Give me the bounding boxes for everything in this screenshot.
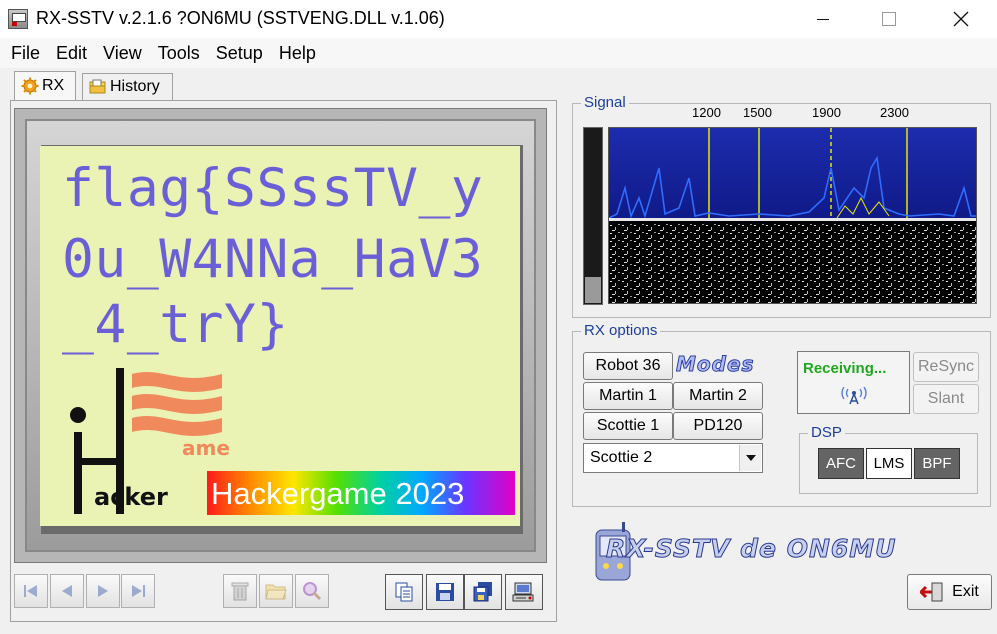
freq-tick-2300: 2300 xyxy=(880,105,909,120)
save-as-icon xyxy=(473,582,492,602)
tab-rx-label: RX xyxy=(42,77,65,94)
resync-button[interactable]: ReSync xyxy=(913,352,979,382)
signal-level-meter xyxy=(583,127,603,305)
close-icon xyxy=(953,11,969,27)
menu-view[interactable]: View xyxy=(95,38,150,68)
sstv-image: flag{SSssTV_y 0u_W4NNa_HaV3 _4_trY} ame … xyxy=(40,146,520,526)
antenna-icon xyxy=(841,387,867,405)
freq-tick-1900: 1900 xyxy=(812,105,841,120)
arrow-left-icon xyxy=(62,585,72,597)
mode-martin2-button[interactable]: Martin 2 xyxy=(673,382,763,410)
magnifier-icon xyxy=(303,582,322,601)
rx-options-label: RX options xyxy=(581,322,661,339)
menu-bar: File Edit View Tools Setup Help xyxy=(0,38,997,68)
save-as-button[interactable] xyxy=(464,574,502,610)
dropdown-arrow[interactable] xyxy=(739,445,761,471)
app-window: RX-SSTV v.2.1.6 ?ON6MU (SSTVENG.DLL v.1.… xyxy=(0,0,997,634)
copy-icon xyxy=(395,582,413,602)
menu-help[interactable]: Help xyxy=(271,38,324,68)
brand-logo: RX-SSTV de ON6MU xyxy=(605,534,897,564)
flag-text-line-2: 0u_W4NNa_HaV3 xyxy=(62,229,484,290)
freq-tick-1500: 1500 xyxy=(743,105,772,120)
window-title: RX-SSTV v.2.1.6 ?ON6MU (SSTVENG.DLL v.1.… xyxy=(36,8,445,28)
dsp-bpf-button[interactable]: BPF xyxy=(914,448,960,479)
zoom-button[interactable] xyxy=(295,574,329,608)
trash-icon xyxy=(231,582,249,601)
spectrum-display xyxy=(608,127,977,304)
banner-text: Hackergame 2023 xyxy=(211,476,465,511)
save-button[interactable] xyxy=(426,574,464,610)
logo-text-ame: ame xyxy=(182,436,230,460)
exit-door-icon xyxy=(920,582,943,602)
gear-icon xyxy=(21,77,39,95)
flag-text-line-3: _4_trY} xyxy=(62,294,289,355)
upload-button[interactable] xyxy=(505,574,543,610)
flag-text-line-1: flag{SSssTV_y xyxy=(62,158,484,219)
tab-rx[interactable]: RX xyxy=(14,71,76,100)
mode-pd120-button[interactable]: PD120 xyxy=(673,412,763,440)
frequency-ruler: 1200 1500 1900 2300 xyxy=(608,105,976,123)
open-folder-button[interactable] xyxy=(259,574,293,608)
exit-button[interactable]: Exit xyxy=(907,574,992,610)
next-image-button[interactable] xyxy=(86,574,120,608)
first-image-button[interactable] xyxy=(14,574,48,608)
freq-tick-1200: 1200 xyxy=(692,105,721,120)
chevron-down-icon xyxy=(745,455,756,461)
dsp-lms-button[interactable]: LMS xyxy=(866,448,912,479)
exit-label: Exit xyxy=(952,583,979,600)
logo-text-acker: acker xyxy=(94,483,168,511)
mode-select-value: Scottie 2 xyxy=(590,449,653,466)
tab-strip: RX History xyxy=(0,68,997,100)
menu-setup[interactable]: Setup xyxy=(208,38,271,68)
dsp-label: DSP xyxy=(808,424,845,441)
minimize-button[interactable] xyxy=(800,0,846,38)
skip-first-icon xyxy=(24,585,37,597)
menu-tools[interactable]: Tools xyxy=(150,38,208,68)
dsp-afc-button[interactable]: AFC xyxy=(818,448,864,479)
close-button[interactable] xyxy=(938,0,984,38)
tab-history-label: History xyxy=(110,78,160,95)
tab-history[interactable]: History xyxy=(82,73,173,100)
folder-open-icon xyxy=(265,584,287,600)
mode-scottie1-button[interactable]: Scottie 1 xyxy=(583,412,673,440)
app-icon xyxy=(8,9,28,29)
copy-button[interactable] xyxy=(385,574,423,610)
mode-select[interactable]: Scottie 2 xyxy=(583,443,763,473)
receiving-status-box: Receiving... xyxy=(797,351,910,414)
skip-last-icon xyxy=(132,585,145,597)
spectrum-graph xyxy=(609,128,976,303)
modes-logo: Modes xyxy=(675,352,755,377)
slant-button[interactable]: Slant xyxy=(913,384,979,414)
floppy-icon xyxy=(436,583,454,601)
mode-robot36-button[interactable]: Robot 36 xyxy=(583,352,673,380)
receiving-status: Receiving... xyxy=(803,360,887,377)
computer-icon xyxy=(512,582,534,602)
mode-martin1-button[interactable]: Martin 1 xyxy=(583,382,673,410)
folder-icon xyxy=(89,79,106,94)
arrow-right-icon xyxy=(98,585,108,597)
title-bar: RX-SSTV v.2.1.6 ?ON6MU (SSTVENG.DLL v.1.… xyxy=(0,0,997,38)
menu-file[interactable]: File xyxy=(3,38,48,68)
delete-image-button[interactable] xyxy=(223,574,257,608)
menu-edit[interactable]: Edit xyxy=(48,38,95,68)
last-image-button[interactable] xyxy=(121,574,155,608)
maximize-button[interactable] xyxy=(866,0,912,38)
previous-image-button[interactable] xyxy=(50,574,84,608)
